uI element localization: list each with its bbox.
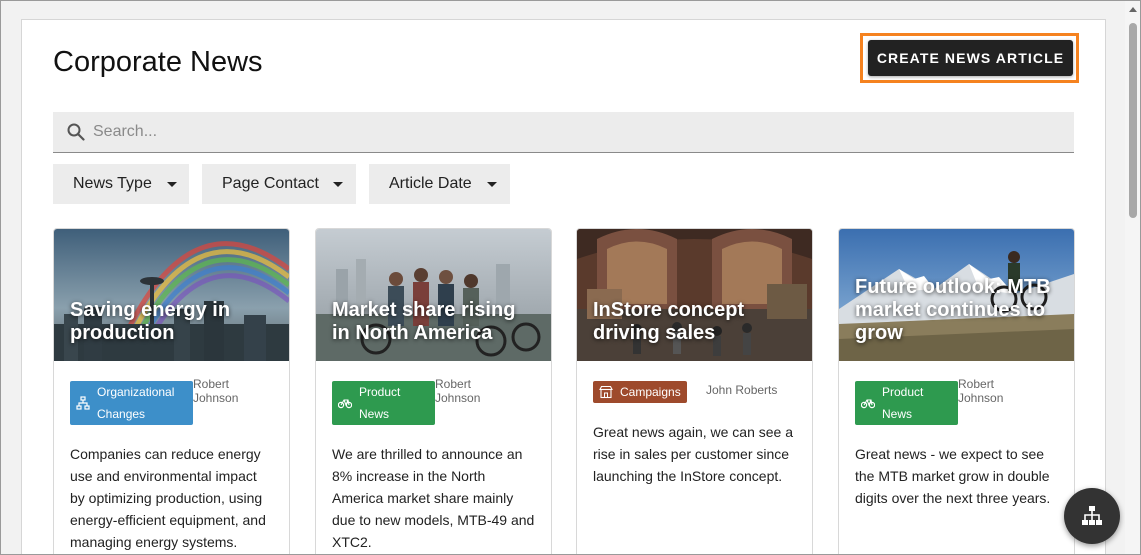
search-input[interactable] bbox=[93, 112, 1053, 152]
card-body: We are thrilled to announce an 8% increa… bbox=[332, 446, 535, 550]
tag-label: Product News bbox=[882, 385, 924, 421]
card-author: John Roberts bbox=[706, 383, 778, 397]
chevron-down-icon bbox=[487, 182, 497, 187]
card-author: Robert Johnson bbox=[193, 377, 239, 405]
filter-news-type[interactable]: News Type bbox=[53, 164, 189, 204]
create-news-article-button[interactable]: CREATE NEWS ARTICLE bbox=[868, 40, 1073, 76]
store-icon bbox=[599, 385, 613, 399]
card-body: Great news - we expect to see the MTB ma… bbox=[855, 446, 1051, 506]
create-button-highlight: CREATE NEWS ARTICLE bbox=[860, 33, 1079, 83]
filter-label: News Type bbox=[73, 175, 152, 192]
tag-organizational-changes[interactable]: Organizational Changes bbox=[70, 381, 193, 425]
filter-article-date[interactable]: Article Date bbox=[369, 164, 510, 204]
bicycle-icon bbox=[338, 399, 352, 409]
org-chart-icon bbox=[76, 396, 90, 410]
news-card-future-outlook[interactable]: Future outlook: MTB market continues to … bbox=[838, 228, 1075, 554]
search-icon bbox=[67, 123, 85, 141]
scroll-up-arrow-icon[interactable] bbox=[1129, 7, 1137, 12]
tag-product-news[interactable]: Product News bbox=[332, 381, 435, 425]
news-card-saving-energy[interactable]: Saving energy in production Organization… bbox=[53, 228, 290, 554]
card-title[interactable]: Saving energy in production bbox=[70, 299, 275, 345]
chevron-down-icon bbox=[333, 182, 343, 187]
card-title[interactable]: InStore concept driving sales bbox=[593, 299, 798, 345]
chevron-down-icon bbox=[167, 182, 177, 187]
sitemap-fab-button[interactable] bbox=[1064, 488, 1120, 544]
card-body: Great news again, we can see a rise in s… bbox=[593, 424, 794, 484]
page-title: Corporate News bbox=[53, 46, 263, 78]
card-title[interactable]: Future outlook: MTB market continues to … bbox=[855, 276, 1060, 345]
search-bar[interactable] bbox=[53, 112, 1074, 153]
news-card-instore[interactable]: InStore concept driving sales Campaigns … bbox=[576, 228, 813, 554]
news-panel: Corporate News CREATE NEWS ARTICLE News … bbox=[21, 19, 1106, 554]
card-author: Robert Johnson bbox=[958, 377, 1004, 405]
bicycle-icon bbox=[861, 399, 875, 409]
filter-label: Article Date bbox=[389, 175, 472, 192]
tag-product-news[interactable]: Product News bbox=[855, 381, 958, 425]
vertical-scrollbar[interactable] bbox=[1125, 1, 1140, 554]
filter-label: Page Contact bbox=[222, 175, 319, 192]
tag-label: Campaigns bbox=[620, 385, 681, 399]
card-author: Robert Johnson bbox=[435, 377, 481, 405]
scrollbar-thumb[interactable] bbox=[1129, 23, 1137, 218]
tag-label: Organizational Changes bbox=[97, 385, 175, 421]
filter-page-contact[interactable]: Page Contact bbox=[202, 164, 356, 204]
tag-campaigns[interactable]: Campaigns bbox=[593, 381, 687, 403]
tag-label: Product News bbox=[359, 385, 401, 421]
news-card-market-share[interactable]: Market share rising in North America Pro… bbox=[315, 228, 552, 554]
sitemap-icon bbox=[1082, 506, 1102, 525]
app-window: Corporate News CREATE NEWS ARTICLE News … bbox=[0, 0, 1141, 555]
card-body: Companies can reduce energy use and envi… bbox=[70, 446, 266, 550]
card-title[interactable]: Market share rising in North America bbox=[332, 299, 537, 345]
